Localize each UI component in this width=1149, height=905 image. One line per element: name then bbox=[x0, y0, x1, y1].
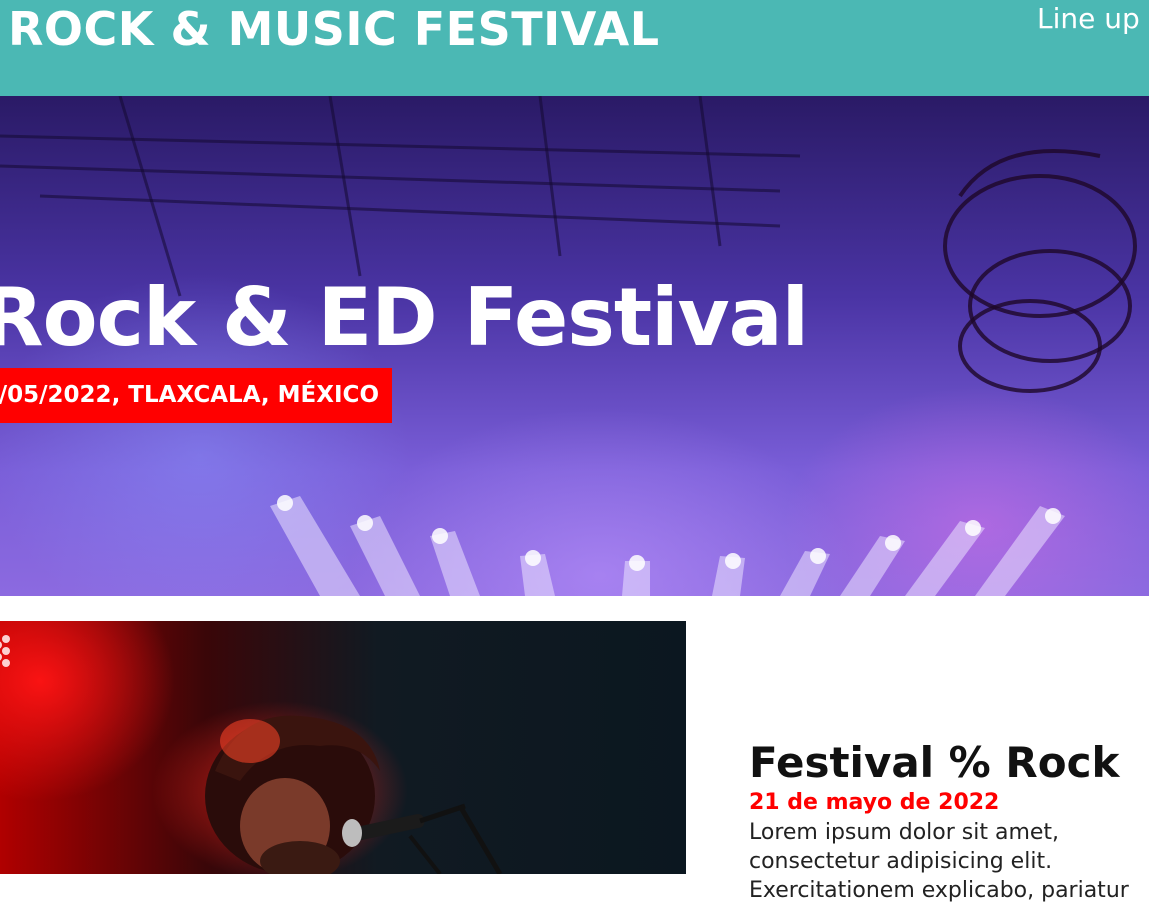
site-title: ROCK & MUSIC FESTIVAL bbox=[8, 2, 660, 56]
event-title: Festival % Rock bbox=[749, 738, 1120, 787]
event-date: 21 de mayo de 2022 bbox=[749, 790, 1000, 815]
event-description: Lorem ipsum dolor sit amet, consectetur … bbox=[749, 820, 1129, 903]
hero-date-location-text: 21/05/2022, TLAXCALA, MÉXICO bbox=[0, 382, 379, 408]
event-info: Festival % Rock 21 de mayo de 2022 Lorem… bbox=[749, 738, 1149, 905]
event-photo bbox=[0, 621, 686, 874]
nav-link-line-up[interactable]: Line up bbox=[1037, 2, 1140, 36]
hero-banner: Rock & ED Festival 21/05/2022, TLAXCALA,… bbox=[0, 96, 1149, 596]
hero-date-location-badge: 21/05/2022, TLAXCALA, MÉXICO bbox=[0, 368, 392, 423]
site-header: ROCK & MUSIC FESTIVAL Line up bbox=[0, 0, 1149, 96]
hero-heading: Rock & ED Festival bbox=[0, 271, 809, 364]
singer-image bbox=[0, 635, 503, 874]
